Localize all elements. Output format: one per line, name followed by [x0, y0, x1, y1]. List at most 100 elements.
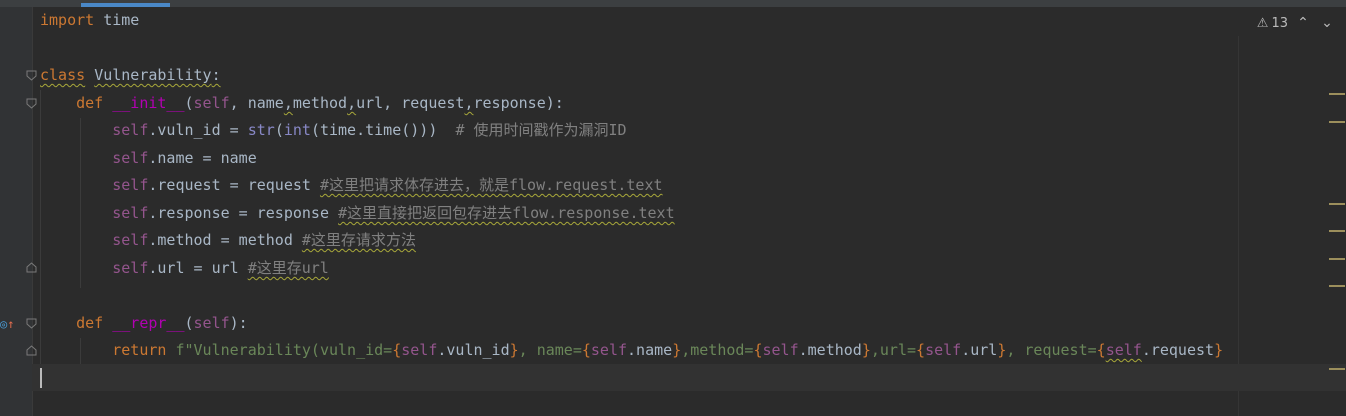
indent-token — [40, 259, 112, 277]
self-token: self — [193, 314, 230, 332]
warning-stripe-marker[interactable] — [1329, 258, 1345, 260]
code-token: (time.time())) — [310, 121, 456, 139]
fold-class-icon[interactable] — [26, 70, 37, 81]
brace-token: } — [1214, 341, 1224, 359]
indent-token — [40, 314, 76, 332]
brace-token: } — [997, 341, 1007, 359]
identifier-token: time — [94, 11, 140, 29]
class-name-token: Vulnerability — [94, 66, 212, 84]
self-token: self — [112, 176, 149, 194]
self-token: self — [112, 204, 149, 222]
punct-token: ( — [184, 314, 194, 332]
override-marker-icon[interactable]: ◎↑ — [0, 317, 14, 331]
indent-token — [40, 231, 112, 249]
code-line-5: self.vuln_id = str(int(time.time())) # 使… — [40, 117, 627, 144]
indent-token — [40, 204, 112, 222]
code-token: .response = response — [148, 204, 339, 222]
comma-token: , — [283, 94, 293, 112]
code-token: .method — [798, 341, 862, 359]
code-line-9: self.method = method #这里存请求方法 — [40, 227, 416, 254]
string-token: f"Vulnerability(vuln_id= — [175, 341, 393, 359]
warning-stripe-marker[interactable] — [1329, 93, 1345, 95]
code-line-6: self.name = name — [40, 145, 257, 172]
warning-stripe-marker[interactable] — [1329, 285, 1345, 287]
code-line-3: class Vulnerability: — [40, 62, 221, 89]
code-token: .vuln_id = — [148, 121, 248, 139]
keyword-token: import — [40, 11, 95, 29]
params-token: method — [292, 94, 348, 112]
indent-token — [40, 341, 112, 359]
fold-repr-icon[interactable] — [26, 318, 37, 329]
punct-token: : — [211, 66, 221, 84]
indent-token — [40, 121, 112, 139]
code-token: .request — [1141, 341, 1215, 359]
warnings-indicator[interactable]: ⚠ 13 — [1257, 16, 1288, 31]
string-token: , name= — [518, 341, 582, 359]
chevron-down-icon[interactable]: ⌄ — [1318, 15, 1336, 31]
brace-token: { — [753, 341, 763, 359]
keyword-token: class — [40, 66, 86, 84]
comment-token: # 使用时间戳作为漏洞ID — [455, 121, 627, 139]
string-token: ,url= — [870, 341, 917, 359]
self-token: self — [112, 149, 149, 167]
punct-token: ( — [184, 94, 194, 112]
self-token: self — [925, 341, 962, 359]
fold-end-init-icon[interactable] — [26, 262, 37, 273]
code-token: .vuln_id — [437, 341, 510, 359]
comma-token: , — [347, 94, 357, 112]
code-token: .url — [961, 341, 998, 359]
builtin-token: str — [247, 121, 275, 139]
comma-token: , — [464, 94, 474, 112]
indent-token — [40, 176, 112, 194]
fold-end-repr-icon[interactable] — [26, 345, 37, 356]
self-token: self — [590, 341, 628, 359]
brace-token: } — [509, 341, 519, 359]
punct-token: ( — [274, 121, 284, 139]
keyword-token: def — [76, 314, 104, 332]
code-line-13: return f"Vulnerability(vuln_id={self.vul… — [40, 337, 1223, 364]
function-name-token: __repr__ — [112, 314, 185, 332]
code-line-10: self.url = url #这里存url — [40, 255, 329, 282]
self-token: self — [762, 341, 799, 359]
params-token: url, request — [356, 94, 465, 112]
punct-token: ): — [229, 314, 248, 332]
self-token: self — [193, 94, 230, 112]
code-line-12: def __repr__(self): — [40, 310, 248, 337]
inspection-widget: ⚠ 13 ⌃ ⌄ — [1257, 12, 1336, 34]
function-name-token: __init__ — [112, 94, 185, 112]
code-token: .name — [627, 341, 673, 359]
code-token: .request = request — [148, 176, 320, 194]
warning-stripe-marker[interactable] — [1329, 203, 1345, 205]
warning-stripe-marker[interactable] — [1329, 230, 1345, 232]
code-line-1: import time — [40, 7, 139, 34]
code-token: .name = name — [148, 149, 257, 167]
brace-token: { — [581, 341, 591, 359]
code-line-8: self.response = response #这里直接把返回包存进去flo… — [40, 200, 674, 227]
comment-token: #这里存请求方法 — [301, 231, 416, 249]
indent-token — [40, 94, 76, 112]
code-line-4: def __init__(self, name,method,url, requ… — [40, 90, 564, 117]
brace-token: } — [672, 341, 682, 359]
fold-init-icon[interactable] — [26, 98, 37, 109]
warning-count: 13 — [1271, 15, 1288, 31]
self-token: self — [112, 259, 149, 277]
editor-tab-bar — [0, 0, 1346, 7]
brace-token: { — [392, 341, 402, 359]
string-token: , request= — [1006, 341, 1097, 359]
self-token: self — [112, 231, 149, 249]
brace-token: { — [916, 341, 926, 359]
indent-token — [40, 149, 112, 167]
builtin-token: int — [283, 121, 311, 139]
params-token: , name — [229, 94, 284, 112]
text-caret — [40, 368, 42, 388]
chevron-up-icon[interactable]: ⌃ — [1294, 15, 1312, 31]
self-token: self — [401, 341, 438, 359]
params-token: response): — [473, 94, 564, 112]
warning-stripe-marker[interactable] — [1329, 121, 1345, 123]
code-editor[interactable]: import time class Vulnerability: def __i… — [40, 7, 1340, 416]
warning-stripe-marker[interactable] — [1329, 368, 1345, 370]
brace-token: } — [861, 341, 871, 359]
code-token: .method = method — [148, 231, 302, 249]
